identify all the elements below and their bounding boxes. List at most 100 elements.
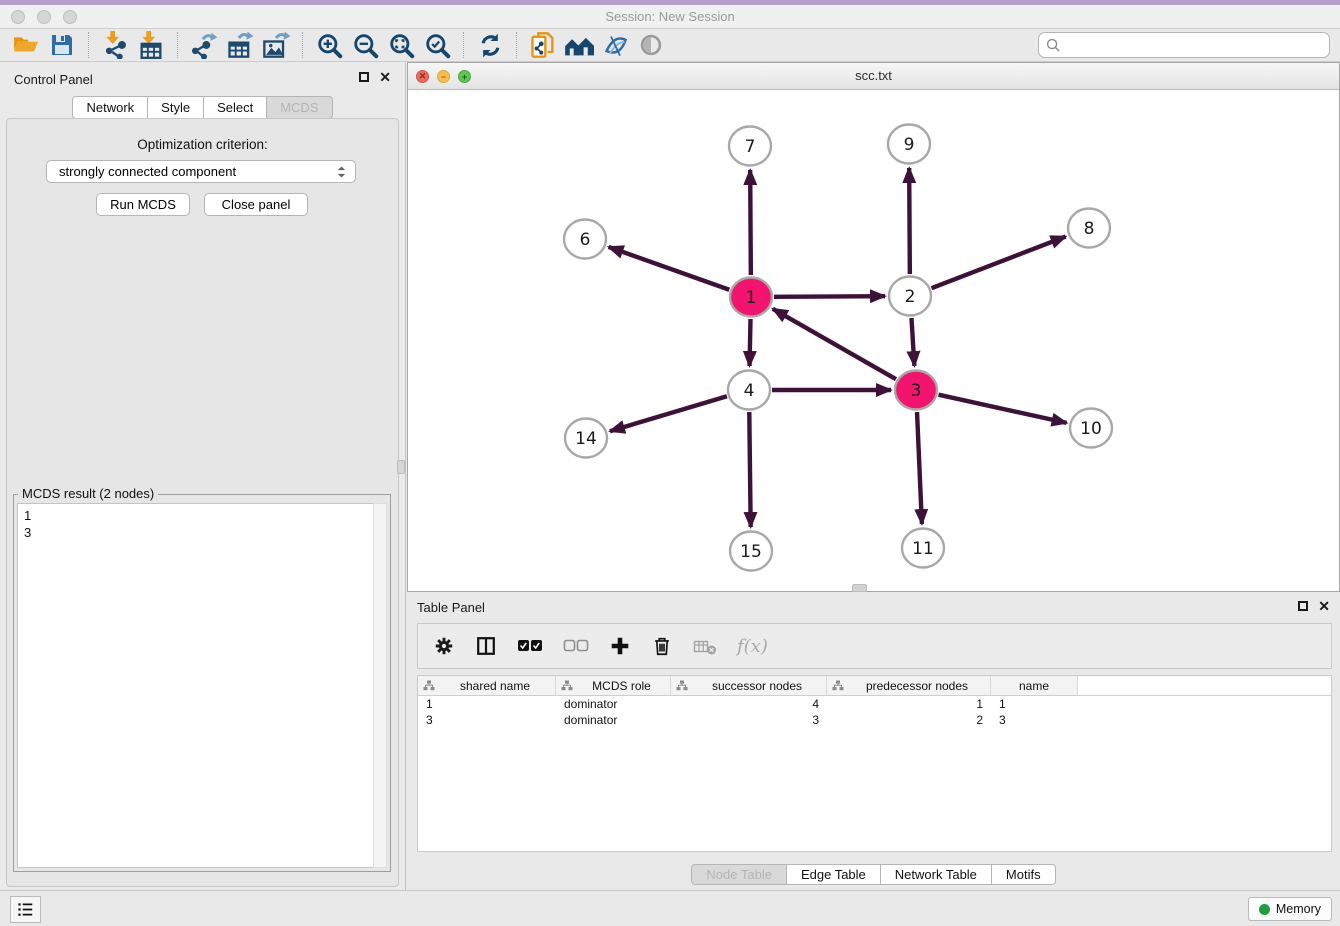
node-table[interactable]: shared nameMCDS rolesuccessor nodesprede… — [417, 675, 1332, 852]
float-panel-icon[interactable] — [359, 72, 369, 82]
network-window-title: scc.txt — [408, 63, 1339, 89]
close-panel-button[interactable]: Close panel — [204, 193, 308, 216]
graph-edge-1-7[interactable] — [750, 170, 751, 275]
delete-table-icon[interactable] — [693, 637, 717, 656]
svg-text:11: 11 — [912, 539, 934, 559]
graph-node-14[interactable]: 14 — [565, 419, 607, 458]
tab-edge-table[interactable]: Edge Table — [787, 864, 881, 885]
search-input[interactable] — [1066, 38, 1322, 53]
export-image-icon[interactable] — [261, 30, 291, 60]
graph-edge-2-3[interactable] — [911, 318, 914, 366]
graph-edge-3-11[interactable] — [917, 412, 922, 524]
table-row[interactable]: 3dominator323 — [418, 712, 1331, 728]
graph-node-3[interactable]: 3 — [895, 371, 937, 410]
open-session-icon[interactable] — [11, 30, 41, 60]
table-cell[interactable]: 3 — [418, 713, 556, 727]
graph-edge-1-6[interactable] — [609, 247, 730, 290]
optimization-criterion-select[interactable]: strongly connected component — [46, 160, 356, 183]
graph-node-9[interactable]: 9 — [888, 125, 930, 164]
mcds-result-scrollbar[interactable] — [373, 503, 387, 868]
graph-node-10[interactable]: 10 — [1070, 409, 1112, 448]
graph-node-4[interactable]: 4 — [728, 371, 770, 410]
tab-select[interactable]: Select — [204, 96, 267, 119]
close-panel-icon[interactable]: ✕ — [1318, 600, 1330, 612]
tab-mcds[interactable]: MCDS — [267, 96, 332, 119]
graph-node-2[interactable]: 2 — [889, 277, 931, 316]
memory-button[interactable]: Memory — [1248, 897, 1332, 921]
optimization-criterion-value: strongly connected component — [59, 164, 336, 179]
tab-style[interactable]: Style — [148, 96, 204, 119]
columns-icon[interactable] — [475, 635, 497, 657]
export-table-icon[interactable] — [225, 30, 255, 60]
table-cell[interactable]: 4 — [671, 697, 827, 711]
column-header-predecessor-nodes[interactable]: predecessor nodes — [827, 676, 991, 695]
fit-content-icon[interactable] — [386, 30, 416, 60]
memory-status-icon — [1259, 904, 1270, 915]
graph-node-11[interactable]: 11 — [902, 529, 944, 568]
table-cell[interactable]: 1 — [827, 697, 991, 711]
add-icon[interactable] — [609, 635, 631, 657]
mcds-result-text[interactable]: 1 3 — [17, 503, 387, 868]
select-all-icon[interactable] — [517, 639, 543, 653]
search-field[interactable] — [1038, 32, 1330, 58]
svg-text:7: 7 — [745, 137, 756, 157]
table-cell[interactable]: dominator — [556, 697, 671, 711]
trash-icon[interactable] — [651, 635, 673, 657]
graph-edge-1-2[interactable] — [774, 296, 885, 297]
save-session-icon[interactable] — [47, 30, 77, 60]
eye-icon[interactable] — [636, 30, 666, 60]
network-window-titlebar[interactable]: ✕ − + scc.txt — [408, 63, 1339, 90]
table-cell[interactable]: dominator — [556, 713, 671, 727]
column-header-successor-nodes[interactable]: successor nodes — [671, 676, 827, 695]
graph-node-8[interactable]: 8 — [1068, 209, 1110, 248]
zoom-out-icon[interactable] — [350, 30, 380, 60]
mcds-tab-content: Optimization criterion: strongly connect… — [6, 118, 399, 887]
column-header-name[interactable]: name — [991, 676, 1078, 695]
graph-edge-3-1[interactable] — [773, 309, 896, 379]
graph-edge-2-9[interactable] — [909, 168, 910, 274]
divider-handle[interactable] — [852, 584, 867, 592]
graph-node-7[interactable]: 7 — [729, 127, 771, 166]
table-row[interactable]: 1dominator411 — [418, 696, 1331, 712]
network-overview-icon[interactable] — [564, 30, 594, 60]
tab-node-table[interactable]: Node Table — [691, 864, 787, 885]
column-header-shared-name[interactable]: shared name — [418, 676, 556, 695]
graph-edge-4-15[interactable] — [749, 412, 750, 527]
graph-node-1[interactable]: 1 — [730, 278, 772, 317]
list-icon — [16, 900, 35, 919]
function-builder-icon[interactable]: f(x) — [737, 636, 768, 657]
table-cell[interactable]: 3 — [671, 713, 827, 727]
tab-motifs[interactable]: Motifs — [992, 864, 1056, 885]
zoom-selected-icon[interactable] — [422, 30, 452, 60]
run-mcds-button[interactable]: Run MCDS — [96, 193, 190, 216]
table-cell[interactable]: 1 — [991, 697, 1078, 711]
table-cell[interactable]: 2 — [827, 713, 991, 727]
gear-icon[interactable] — [433, 635, 455, 657]
graph-edge-4-14[interactable] — [610, 396, 727, 431]
tab-network-table[interactable]: Network Table — [881, 864, 992, 885]
graph-edge-2-8[interactable] — [932, 237, 1066, 289]
refresh-layout-icon[interactable] — [475, 30, 505, 60]
graphics-details-icon[interactable] — [600, 30, 630, 60]
zoom-in-icon[interactable] — [314, 30, 344, 60]
tab-network[interactable]: Network — [72, 96, 148, 119]
graph-node-6[interactable]: 6 — [564, 220, 606, 259]
import-table-icon[interactable] — [136, 30, 166, 60]
table-cell[interactable]: 3 — [991, 713, 1078, 727]
divider-handle[interactable] — [397, 460, 405, 474]
float-panel-icon[interactable] — [1298, 601, 1308, 611]
deselect-all-icon[interactable] — [563, 639, 589, 653]
svg-text:14: 14 — [575, 429, 597, 449]
graph-edge-1-4[interactable] — [750, 319, 751, 366]
task-history-button[interactable] — [10, 896, 41, 923]
export-network-icon[interactable] — [189, 30, 219, 60]
graph-node-15[interactable]: 15 — [730, 532, 772, 571]
table-panel-title: Table Panel — [417, 600, 485, 615]
close-panel-icon[interactable]: ✕ — [379, 71, 391, 83]
graph-edge-3-10[interactable] — [938, 395, 1066, 423]
table-cell[interactable]: 1 — [418, 697, 556, 711]
network-canvas[interactable]: 7 9 6 8 1 2 4 3 14 10 15 11 — [408, 90, 1339, 591]
column-header-MCDS-role[interactable]: MCDS role — [556, 676, 671, 695]
import-network-icon[interactable] — [100, 30, 130, 60]
clone-network-icon[interactable] — [528, 30, 558, 60]
